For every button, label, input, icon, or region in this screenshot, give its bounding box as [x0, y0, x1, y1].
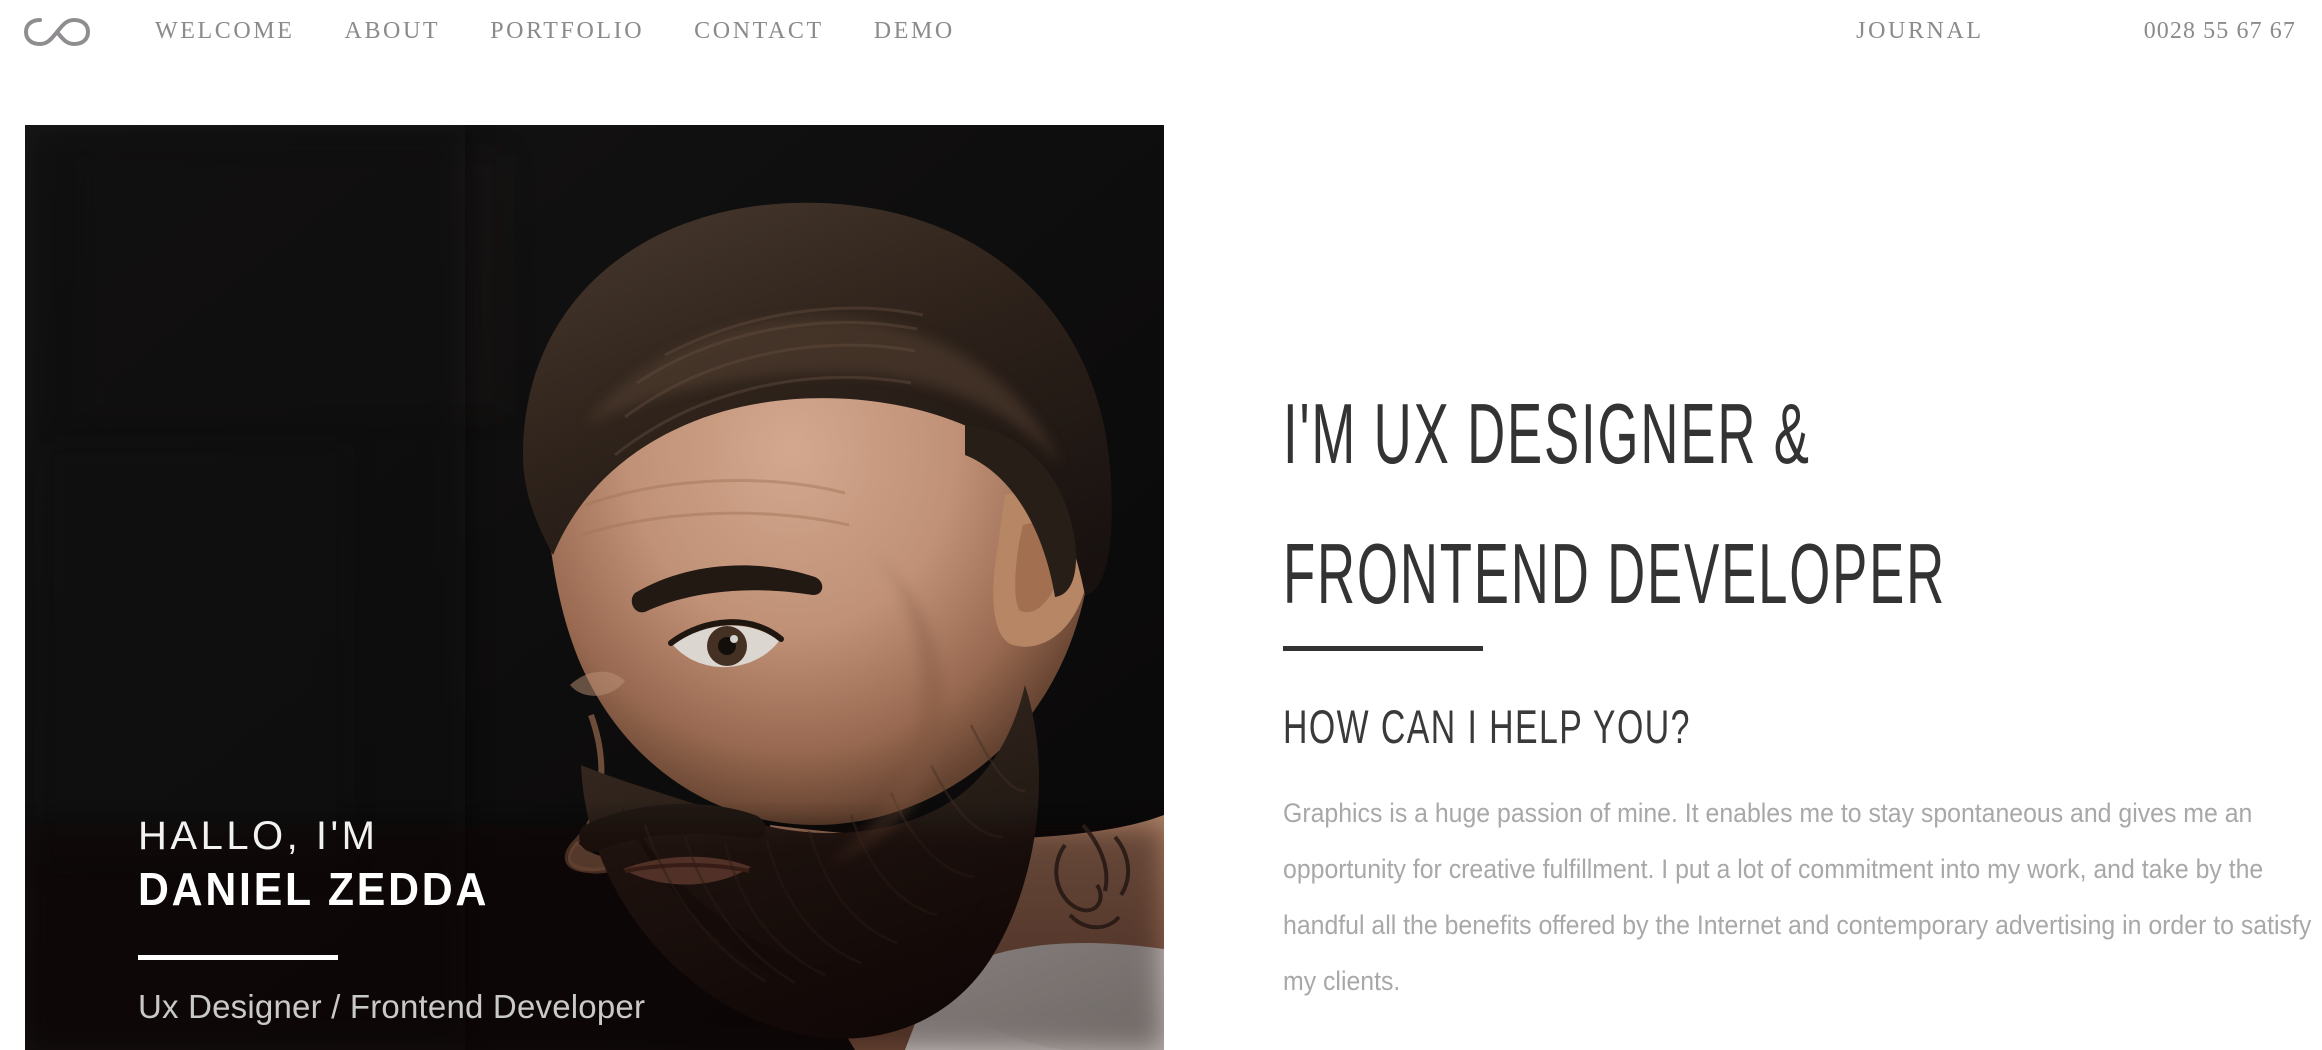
nav-item-journal[interactable]: JOURNAL — [1856, 16, 1984, 46]
hero-photo-caption: HALLO, I'M DANIEL ZEDDA Ux Designer / Fr… — [138, 812, 645, 1028]
intro-heading-line-1: I'M UX DESIGNER & — [1283, 387, 1811, 482]
infinity-logo[interactable] — [18, 8, 96, 56]
hero-portrait-photo: HALLO, I'M DANIEL ZEDDA Ux Designer / Fr… — [25, 125, 1164, 1050]
nav-item-about[interactable]: ABOUT — [345, 16, 441, 46]
intro-subheading: HOW CAN I HELP YOU? — [1283, 700, 1691, 753]
site-header: WELCOME ABOUT PORTFOLIO CONTACT DEMO JOU… — [0, 0, 2322, 125]
hero-divider-rule — [138, 955, 338, 960]
hero-role: Ux Designer / Frontend Developer — [138, 988, 646, 1025]
nav-item-contact[interactable]: CONTACT — [694, 16, 824, 46]
intro-panel: I'M UX DESIGNER & FRONTEND DEVELOPER HOW… — [1283, 125, 2311, 1050]
nav-item-demo[interactable]: DEMO — [874, 16, 955, 46]
page-root: WELCOME ABOUT PORTFOLIO CONTACT DEMO JOU… — [0, 0, 2322, 1050]
infinity-icon — [22, 15, 92, 49]
header-phone-number: 0028 55 67 67 — [2143, 18, 2296, 44]
main-navigation: WELCOME ABOUT PORTFOLIO CONTACT DEMO — [155, 16, 955, 46]
hero-name: DANIEL ZEDDA — [138, 863, 490, 915]
header-right-group: JOURNAL 0028 55 67 67 — [1856, 16, 2296, 46]
hero-greeting: HALLO, I'M — [138, 814, 379, 858]
nav-item-welcome[interactable]: WELCOME — [155, 16, 295, 46]
intro-heading-line-2: FRONTEND DEVELOPER — [1283, 527, 1947, 622]
nav-item-portfolio[interactable]: PORTFOLIO — [490, 16, 644, 46]
intro-divider-rule — [1283, 646, 1483, 651]
intro-heading: I'M UX DESIGNER & FRONTEND DEVELOPER — [1283, 365, 2275, 645]
intro-body-text: Graphics is a huge passion of mine. It e… — [1283, 798, 2312, 996]
